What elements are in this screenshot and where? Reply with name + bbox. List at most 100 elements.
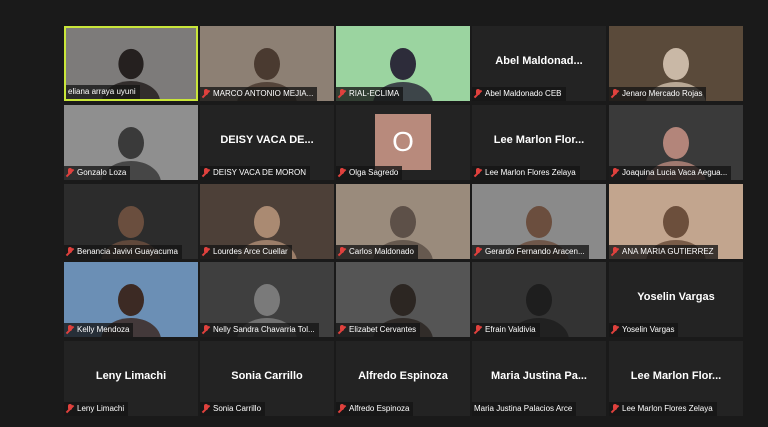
participant-name: MARCO ANTONIO MEJIA... — [213, 89, 314, 98]
participant-name: Abel Maldonado CEB — [485, 89, 562, 98]
mic-muted-icon — [611, 89, 619, 98]
participant-name-label: Maria Justina Palacios Arce — [472, 402, 577, 416]
participant-tile[interactable]: Sonia Carrillo Sonia Carrillo — [200, 341, 334, 416]
participant-display-name: Abel Maldonad... — [495, 55, 583, 67]
participant-tile[interactable]: O Olga Sagredo — [336, 105, 470, 180]
participant-tile[interactable]: Elizabet Cervantes — [336, 262, 470, 337]
mic-muted-icon — [66, 168, 74, 177]
mic-muted-icon — [66, 247, 74, 256]
participant-name-label: Leny Limachi — [64, 402, 129, 416]
participant-display-name: Leny Limachi — [95, 370, 167, 382]
mic-muted-icon — [202, 404, 210, 413]
participant-name: Benancia Javivi Guayacuma — [77, 247, 178, 256]
participant-tile[interactable]: Nelly Sandra Chavarria Tol... — [200, 262, 334, 337]
participant-name: Yoselin Vargas — [622, 325, 675, 334]
participant-name-label: Jenaro Mercado Rojas — [609, 87, 707, 101]
participant-name-label: DEISY VACA DE MORON — [200, 166, 311, 180]
participant-name-label: RIAL-ECLIMA — [336, 87, 404, 101]
participant-name: Lee Marlon Flores Zelaya — [622, 404, 713, 413]
mic-muted-icon — [611, 168, 619, 177]
participant-tile[interactable]: Yoselin Vargas Yoselin Vargas — [609, 262, 743, 337]
participant-tile[interactable]: eliana arraya uyuni — [64, 26, 198, 101]
mic-muted-icon — [202, 247, 210, 256]
participant-name: Sonia Carrillo — [213, 404, 262, 413]
mic-muted-icon — [611, 404, 619, 413]
mic-muted-icon — [338, 168, 346, 177]
participant-tile[interactable]: MARCO ANTONIO MEJIA... — [200, 26, 334, 101]
participant-name: Lee Marlon Flores Zelaya — [485, 168, 576, 177]
participant-name-label: Sonia Carrillo — [200, 402, 266, 416]
participant-name-label: Lee Marlon Flores Zelaya — [472, 166, 580, 180]
mic-muted-icon — [338, 247, 346, 256]
participant-name-label: Lourdes Arce Cuellar — [200, 245, 292, 259]
participant-name: Jenaro Mercado Rojas — [622, 89, 703, 98]
participant-name-label: Yoselin Vargas — [609, 323, 679, 337]
participant-tile[interactable]: DEISY VACA DE... DEISY VACA DE MORON — [200, 105, 334, 180]
participant-name-label: MARCO ANTONIO MEJIA... — [200, 87, 318, 101]
participant-display-name: DEISY VACA DE... — [220, 134, 314, 146]
participant-tile[interactable]: Kelly Mendoza — [64, 262, 198, 337]
participant-name: ANA MARIA GUTIERREZ — [622, 247, 714, 256]
participant-tile[interactable]: Jenaro Mercado Rojas — [609, 26, 743, 101]
participant-name-label: Olga Sagredo — [336, 166, 403, 180]
participant-tile[interactable]: RIAL-ECLIMA — [336, 26, 470, 101]
participant-name: Lourdes Arce Cuellar — [213, 247, 288, 256]
participant-name: Nelly Sandra Chavarria Tol... — [213, 325, 315, 334]
participant-name: Gerardo Fernando Aracen... — [485, 247, 585, 256]
participant-name-label: Elizabet Cervantes — [336, 323, 421, 337]
participant-tile[interactable]: Gonzalo Loza — [64, 105, 198, 180]
mic-muted-icon — [474, 325, 482, 334]
participant-tile[interactable]: ANA MARIA GUTIERREZ — [609, 184, 743, 259]
participant-name-label: Gerardo Fernando Aracen... — [472, 245, 589, 259]
participant-name: Elizabet Cervantes — [349, 325, 417, 334]
participant-display-name: Lee Marlon Flor... — [630, 370, 722, 382]
participant-name: Gonzalo Loza — [77, 168, 127, 177]
participant-name-label: Alfredo Espinoza — [336, 402, 414, 416]
mic-muted-icon — [202, 89, 210, 98]
mic-muted-icon — [338, 404, 346, 413]
mic-muted-icon — [474, 168, 482, 177]
mic-muted-icon — [66, 404, 74, 413]
participant-tile[interactable]: Gerardo Fernando Aracen... — [472, 184, 606, 259]
participant-name: Olga Sagredo — [349, 168, 399, 177]
participant-name: Kelly Mendoza — [77, 325, 130, 334]
participant-name-label: Lee Marlon Flores Zelaya — [609, 402, 717, 416]
participant-name-label: Carlos Maldonado — [336, 245, 418, 259]
participant-tile[interactable]: Lee Marlon Flor... Lee Marlon Flores Zela… — [609, 341, 743, 416]
participant-tile[interactable]: Alfredo Espinoza Alfredo Espinoza — [336, 341, 470, 416]
participant-name: Maria Justina Palacios Arce — [474, 404, 573, 413]
participant-tile[interactable]: Efrain Valdivia — [472, 262, 606, 337]
participant-name-label: Kelly Mendoza — [64, 323, 134, 337]
participant-tile[interactable]: Leny Limachi Leny Limachi — [64, 341, 198, 416]
participant-name-label: Efrain Valdivia — [472, 323, 540, 337]
participant-tile[interactable]: Benancia Javivi Guayacuma — [64, 184, 198, 259]
participant-name-label: Abel Maldonado CEB — [472, 87, 566, 101]
participant-name: Efrain Valdivia — [485, 325, 536, 334]
participant-grid: eliana arraya uyuni MARCO ANTONIO MEJIA..… — [64, 26, 744, 416]
participant-name: Alfredo Espinoza — [349, 404, 410, 413]
participant-name-label: Joaquina Lucia Vaca Aegua... — [609, 166, 732, 180]
participant-tile[interactable]: Lee Marlon Flor... Lee Marlon Flores Zela… — [472, 105, 606, 180]
mic-muted-icon — [611, 325, 619, 334]
mic-muted-icon — [474, 247, 482, 256]
avatar: O — [375, 114, 431, 170]
mic-muted-icon — [202, 325, 210, 334]
participant-tile[interactable]: Joaquina Lucia Vaca Aegua... — [609, 105, 743, 180]
participant-name: DEISY VACA DE MORON — [213, 168, 307, 177]
participant-name-label: Gonzalo Loza — [64, 166, 131, 180]
participant-tile[interactable]: Abel Maldonad... Abel Maldonado CEB — [472, 26, 606, 101]
participant-name: Leny Limachi — [77, 404, 125, 413]
participant-name-label: Nelly Sandra Chavarria Tol... — [200, 323, 319, 337]
participant-name: Carlos Maldonado — [349, 247, 414, 256]
participant-display-name: Maria Justina Pa... — [491, 370, 587, 382]
mic-muted-icon — [338, 325, 346, 334]
participant-tile[interactable]: Carlos Maldonado — [336, 184, 470, 259]
mic-muted-icon — [338, 89, 346, 98]
participant-tile[interactable]: Maria Justina Pa... Maria Justina Palacio… — [472, 341, 606, 416]
mic-muted-icon — [202, 168, 210, 177]
participant-name-label: eliana arraya uyuni — [66, 85, 140, 99]
participant-display-name: Sonia Carrillo — [231, 370, 303, 382]
participant-tile[interactable]: Lourdes Arce Cuellar — [200, 184, 334, 259]
participant-display-name: Lee Marlon Flor... — [493, 134, 585, 146]
mic-muted-icon — [474, 89, 482, 98]
